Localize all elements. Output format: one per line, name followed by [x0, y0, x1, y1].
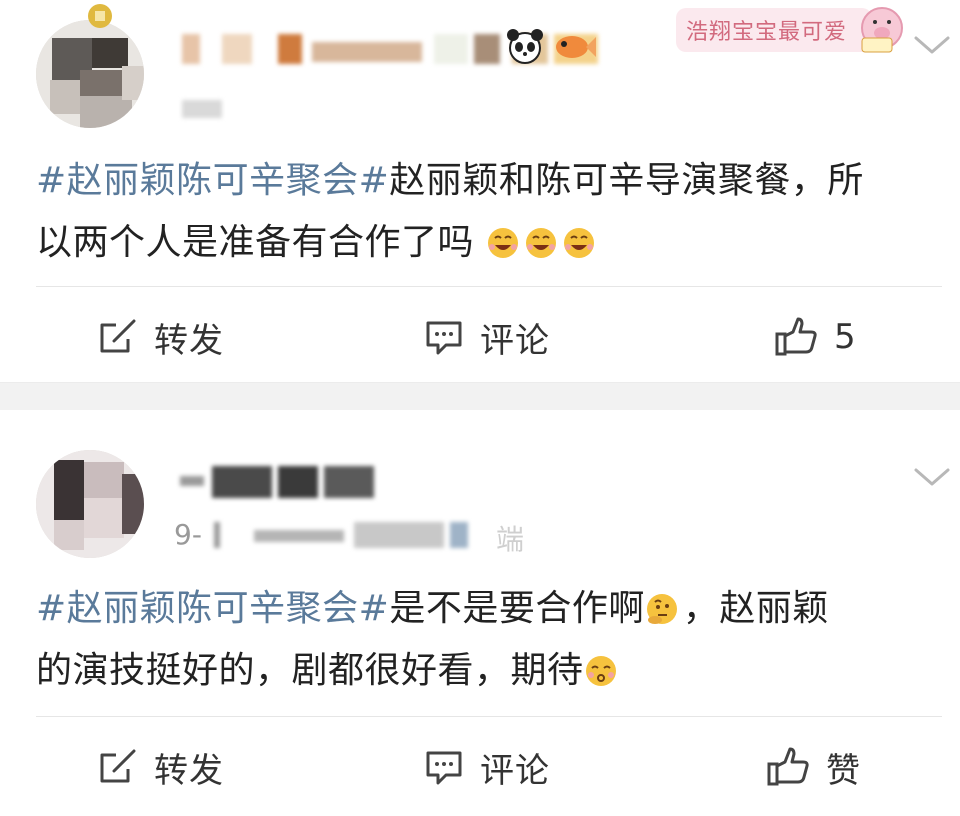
laughing-face-emoji-icon: [563, 228, 594, 258]
repost-button[interactable]: 转发: [98, 312, 224, 362]
post-card: 浩翔宝宝最可爱 #赵丽颖陈可辛聚会#赵丽颖和陈可辛导演聚餐，所 以两个人是准备有…: [0, 0, 960, 382]
thumbs-up-icon: [767, 747, 809, 786]
panda-icon: [507, 29, 543, 64]
post-body-line-2: 以两个人是准备有合作了吗: [36, 212, 936, 274]
post-body: #赵丽颖陈可辛聚会#是不是要合作啊 ，赵丽颖 的演技挺好的，剧都很好看，期待: [36, 578, 936, 702]
comment-label: 评论: [480, 750, 550, 791]
username-blurred[interactable]: [180, 466, 380, 498]
thinking-face-emoji-icon: [646, 594, 677, 624]
repost-icon: [100, 749, 136, 783]
post-card: 9- 端 #赵丽颖陈可辛聚会#是不是要合作啊 ，赵丽颖 的演技挺好的，剧都很好看，…: [0, 410, 960, 816]
comment-label: 评论: [480, 320, 550, 361]
comment-button[interactable]: 评论: [424, 312, 550, 362]
post-text: 赵丽颖和陈可辛导演聚餐，所: [389, 160, 864, 201]
vip-badge-icon: [88, 4, 112, 28]
comment-button[interactable]: 评论: [424, 742, 550, 792]
post-text: 的演技挺好的，剧都很好看，期待: [36, 650, 584, 691]
divider: [36, 716, 942, 717]
repost-button[interactable]: 转发: [98, 742, 224, 792]
topic-link[interactable]: #赵丽颖陈可辛聚会#: [36, 588, 389, 629]
like-label: 赞: [826, 750, 861, 791]
post-meta-blurred: [182, 100, 222, 118]
post-meta-suffix: 端: [496, 523, 525, 556]
fan-badge-sticker: 浩翔宝宝最可爱: [676, 6, 908, 54]
post-separator: [0, 382, 960, 412]
chevron-down-icon[interactable]: [912, 34, 952, 58]
post-text: ，赵丽颖: [682, 588, 829, 629]
laughing-face-emoji-icon: [487, 228, 518, 258]
topic-link[interactable]: #赵丽颖陈可辛聚会#: [36, 160, 389, 201]
like-count: 5: [834, 317, 857, 357]
avatar[interactable]: [36, 450, 144, 558]
chevron-down-icon[interactable]: [912, 466, 952, 490]
post-meta-prefix: 9-: [174, 518, 202, 551]
like-button[interactable]: 5: [774, 312, 857, 362]
divider: [36, 286, 942, 287]
comment-icon: [426, 321, 462, 355]
laughing-face-emoji-icon: [525, 228, 556, 258]
sticker-label: 浩翔宝宝最可爱: [686, 20, 848, 45]
comment-icon: [426, 751, 462, 785]
post-meta-blurred: [214, 522, 470, 548]
post-body-line-2: 的演技挺好的，剧都很好看，期待: [36, 640, 936, 702]
like-button[interactable]: 赞: [766, 742, 861, 792]
avatar[interactable]: [36, 20, 144, 128]
repost-icon: [100, 319, 136, 353]
post-body-line-1: #赵丽颖陈可辛聚会#赵丽颖和陈可辛导演聚餐，所: [36, 150, 936, 212]
thumbs-up-icon: [775, 317, 817, 356]
fish-icon: [556, 36, 596, 58]
repost-label: 转发: [154, 750, 224, 791]
kissing-face-emoji-icon: [585, 656, 616, 686]
feed: 浩翔宝宝最可爱 #赵丽颖陈可辛聚会#赵丽颖和陈可辛导演聚餐，所 以两个人是准备有…: [0, 0, 960, 816]
post-text: 是不是要合作啊: [389, 588, 645, 629]
post-body-line-1: #赵丽颖陈可辛聚会#是不是要合作啊 ，赵丽颖: [36, 578, 936, 640]
post-body: #赵丽颖陈可辛聚会#赵丽颖和陈可辛导演聚餐，所 以两个人是准备有合作了吗: [36, 150, 936, 274]
repost-label: 转发: [154, 320, 224, 361]
post-text: 以两个人是准备有合作了吗: [36, 222, 475, 263]
